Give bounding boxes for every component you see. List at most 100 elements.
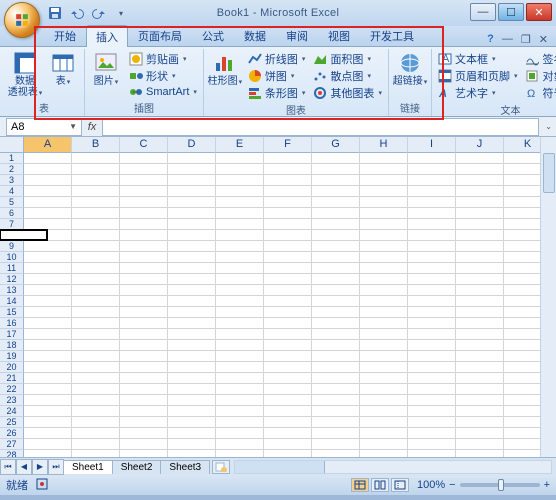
cell[interactable] [312, 197, 360, 208]
col-header-H[interactable]: H [360, 137, 408, 153]
cell[interactable] [72, 153, 120, 164]
cell[interactable] [120, 175, 168, 186]
cell[interactable] [24, 263, 72, 274]
cell[interactable] [72, 274, 120, 285]
col-header-F[interactable]: F [264, 137, 312, 153]
row-header-9[interactable]: 9 [0, 241, 24, 252]
cell[interactable] [168, 175, 216, 186]
cell[interactable] [456, 318, 504, 329]
cell[interactable] [408, 373, 456, 384]
cell[interactable] [216, 318, 264, 329]
cell[interactable] [72, 384, 120, 395]
cell[interactable] [264, 340, 312, 351]
cell[interactable] [216, 252, 264, 263]
tab-开发工具[interactable]: 开发工具 [360, 24, 424, 46]
cell[interactable] [360, 241, 408, 252]
cell[interactable] [408, 197, 456, 208]
row-header-2[interactable]: 2 [0, 164, 24, 175]
cell[interactable] [168, 208, 216, 219]
cell[interactable] [408, 406, 456, 417]
minimize-button[interactable]: — [470, 3, 496, 21]
tab-插入[interactable]: 插入 [86, 25, 128, 47]
cell[interactable] [216, 307, 264, 318]
cell[interactable] [408, 417, 456, 428]
cell[interactable] [360, 329, 408, 340]
select-all-corner[interactable] [0, 137, 24, 153]
cell[interactable] [24, 384, 72, 395]
col-header-J[interactable]: J [456, 137, 504, 153]
cell[interactable] [72, 230, 120, 241]
row-header-8[interactable]: 8 [0, 230, 24, 241]
cell[interactable] [408, 175, 456, 186]
cell[interactable] [24, 428, 72, 439]
cell[interactable] [72, 373, 120, 384]
cell[interactable] [312, 219, 360, 230]
cell[interactable] [24, 329, 72, 340]
cell[interactable] [456, 164, 504, 175]
row-header-20[interactable]: 20 [0, 362, 24, 373]
normal-view-button[interactable] [351, 478, 369, 492]
cell[interactable] [72, 241, 120, 252]
cell[interactable] [72, 417, 120, 428]
cell[interactable] [312, 395, 360, 406]
cell[interactable] [456, 395, 504, 406]
cell[interactable] [360, 395, 408, 406]
shapes-button[interactable]: 形状▾ [127, 68, 199, 84]
cell[interactable] [312, 164, 360, 175]
cell[interactable] [120, 439, 168, 450]
row-header-23[interactable]: 23 [0, 395, 24, 406]
cell[interactable] [408, 186, 456, 197]
col-header-D[interactable]: D [168, 137, 216, 153]
cell[interactable] [360, 307, 408, 318]
cell[interactable] [456, 340, 504, 351]
redo-icon[interactable] [90, 4, 108, 22]
cell[interactable] [72, 406, 120, 417]
cell[interactable] [360, 439, 408, 450]
sheet-tab-Sheet2[interactable]: Sheet2 [112, 460, 162, 474]
row-header-3[interactable]: 3 [0, 175, 24, 186]
cell[interactable] [312, 153, 360, 164]
col-header-B[interactable]: B [72, 137, 120, 153]
cell[interactable] [120, 285, 168, 296]
cell[interactable] [120, 241, 168, 252]
cell[interactable] [264, 153, 312, 164]
cell[interactable] [72, 307, 120, 318]
cell[interactable] [264, 197, 312, 208]
horizontal-scrollbar[interactable] [234, 460, 552, 474]
cell[interactable] [120, 417, 168, 428]
cell[interactable] [216, 230, 264, 241]
tab-开始[interactable]: 开始 [44, 24, 86, 46]
sheet-prev-button[interactable]: ◀ [16, 459, 32, 475]
cell[interactable] [264, 263, 312, 274]
row-header-6[interactable]: 6 [0, 208, 24, 219]
cell[interactable] [216, 164, 264, 175]
cell[interactable] [456, 329, 504, 340]
cell[interactable] [408, 285, 456, 296]
cell[interactable] [360, 252, 408, 263]
cell[interactable] [72, 197, 120, 208]
cell[interactable] [312, 329, 360, 340]
name-box[interactable]: A8 ▼ [6, 118, 82, 136]
cell[interactable] [72, 285, 120, 296]
cell[interactable] [360, 186, 408, 197]
cell[interactable] [216, 428, 264, 439]
textbox-button[interactable]: A文本框▾ [436, 51, 520, 67]
cell[interactable] [408, 439, 456, 450]
row-header-18[interactable]: 18 [0, 340, 24, 351]
col-header-G[interactable]: G [312, 137, 360, 153]
cell[interactable] [216, 384, 264, 395]
cell[interactable] [312, 175, 360, 186]
tab-审阅[interactable]: 审阅 [276, 24, 318, 46]
cell[interactable] [120, 428, 168, 439]
cell[interactable] [360, 318, 408, 329]
cell[interactable] [408, 230, 456, 241]
cell[interactable] [216, 186, 264, 197]
cell[interactable] [120, 230, 168, 241]
cell[interactable] [456, 186, 504, 197]
cell[interactable] [456, 263, 504, 274]
cell[interactable] [216, 351, 264, 362]
cell[interactable] [312, 373, 360, 384]
cell[interactable] [456, 230, 504, 241]
cell[interactable] [456, 384, 504, 395]
cell[interactable] [312, 285, 360, 296]
